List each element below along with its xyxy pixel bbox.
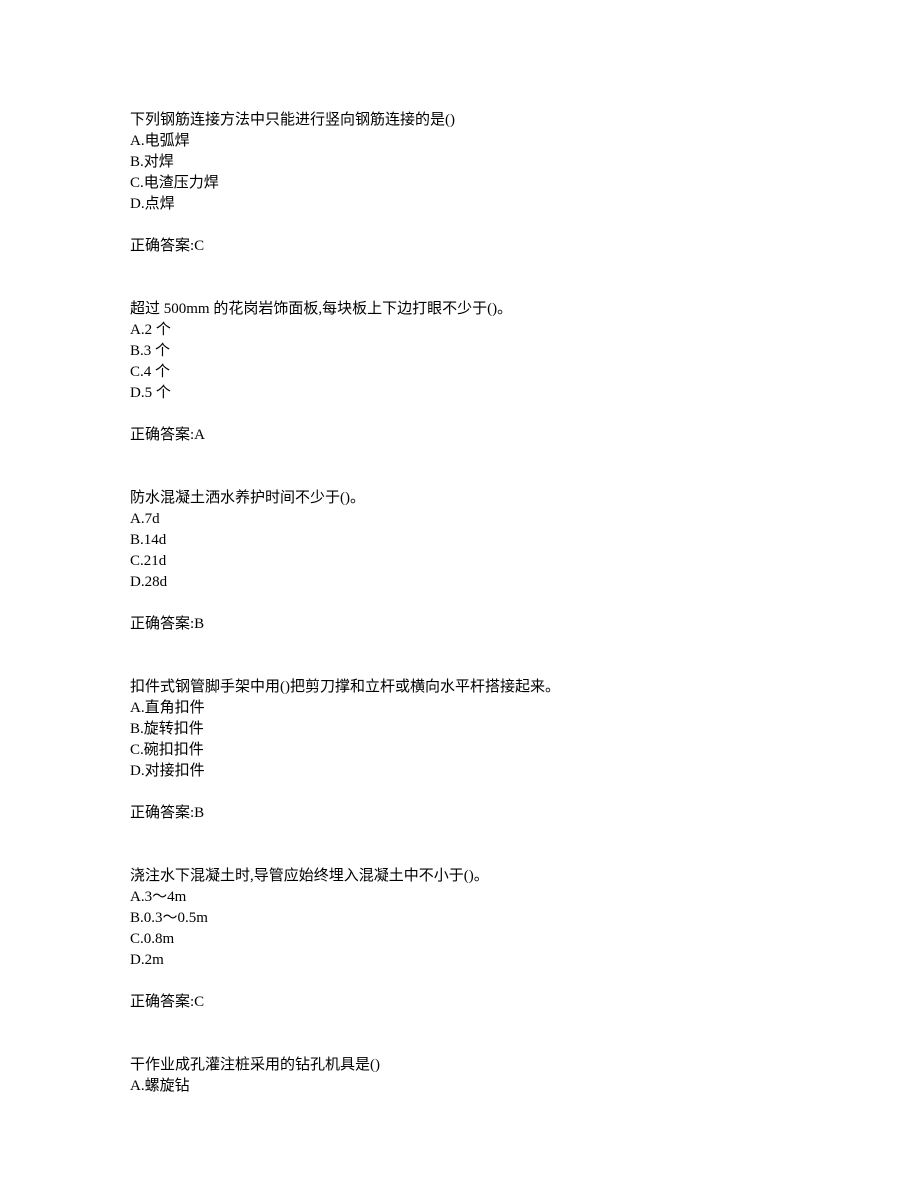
option-a: A.3～4m — [130, 887, 790, 908]
answer-text: 正确答案:B — [130, 803, 790, 824]
option-c: C.0.8m — [130, 929, 790, 950]
answer-text: 正确答案:B — [130, 614, 790, 635]
question-2: 超过 500mm 的花岗岩饰面板,每块板上下边打眼不少于()。 A.2 个 B.… — [130, 299, 790, 446]
question-text: 超过 500mm 的花岗岩饰面板,每块板上下边打眼不少于()。 — [130, 299, 790, 320]
question-text: 浇注水下混凝土时,导管应始终埋入混凝土中不小于()。 — [130, 866, 790, 887]
option-d: D.对接扣件 — [130, 761, 790, 782]
option-a: A.7d — [130, 509, 790, 530]
option-b: B.3 个 — [130, 341, 790, 362]
answer-text: 正确答案:C — [130, 992, 790, 1013]
question-6: 干作业成孔灌注桩采用的钻孔机具是() A.螺旋钻 — [130, 1055, 790, 1097]
option-b: B.旋转扣件 — [130, 719, 790, 740]
option-a: A.2 个 — [130, 320, 790, 341]
question-5: 浇注水下混凝土时,导管应始终埋入混凝土中不小于()。 A.3～4m B.0.3～… — [130, 866, 790, 1013]
option-d: D.2m — [130, 950, 790, 971]
option-d: D.5 个 — [130, 383, 790, 404]
question-text: 防水混凝土洒水养护时间不少于()。 — [130, 488, 790, 509]
option-c: C.碗扣扣件 — [130, 740, 790, 761]
option-b: B.0.3～0.5m — [130, 908, 790, 929]
option-a: A.螺旋钻 — [130, 1076, 790, 1097]
option-d: D.28d — [130, 572, 790, 593]
answer-text: 正确答案:A — [130, 425, 790, 446]
option-d: D.点焊 — [130, 194, 790, 215]
option-c: C.4 个 — [130, 362, 790, 383]
option-b: B.对焊 — [130, 152, 790, 173]
option-a: A.直角扣件 — [130, 698, 790, 719]
option-b: B.14d — [130, 530, 790, 551]
question-3: 防水混凝土洒水养护时间不少于()。 A.7d B.14d C.21d D.28d… — [130, 488, 790, 635]
question-4: 扣件式钢管脚手架中用()把剪刀撑和立杆或横向水平杆搭接起来。 A.直角扣件 B.… — [130, 677, 790, 824]
question-text: 干作业成孔灌注桩采用的钻孔机具是() — [130, 1055, 790, 1076]
option-c: C.电渣压力焊 — [130, 173, 790, 194]
question-text: 扣件式钢管脚手架中用()把剪刀撑和立杆或横向水平杆搭接起来。 — [130, 677, 790, 698]
question-text: 下列钢筋连接方法中只能进行竖向钢筋连接的是() — [130, 110, 790, 131]
option-c: C.21d — [130, 551, 790, 572]
option-a: A.电弧焊 — [130, 131, 790, 152]
answer-text: 正确答案:C — [130, 236, 790, 257]
question-1: 下列钢筋连接方法中只能进行竖向钢筋连接的是() A.电弧焊 B.对焊 C.电渣压… — [130, 110, 790, 257]
